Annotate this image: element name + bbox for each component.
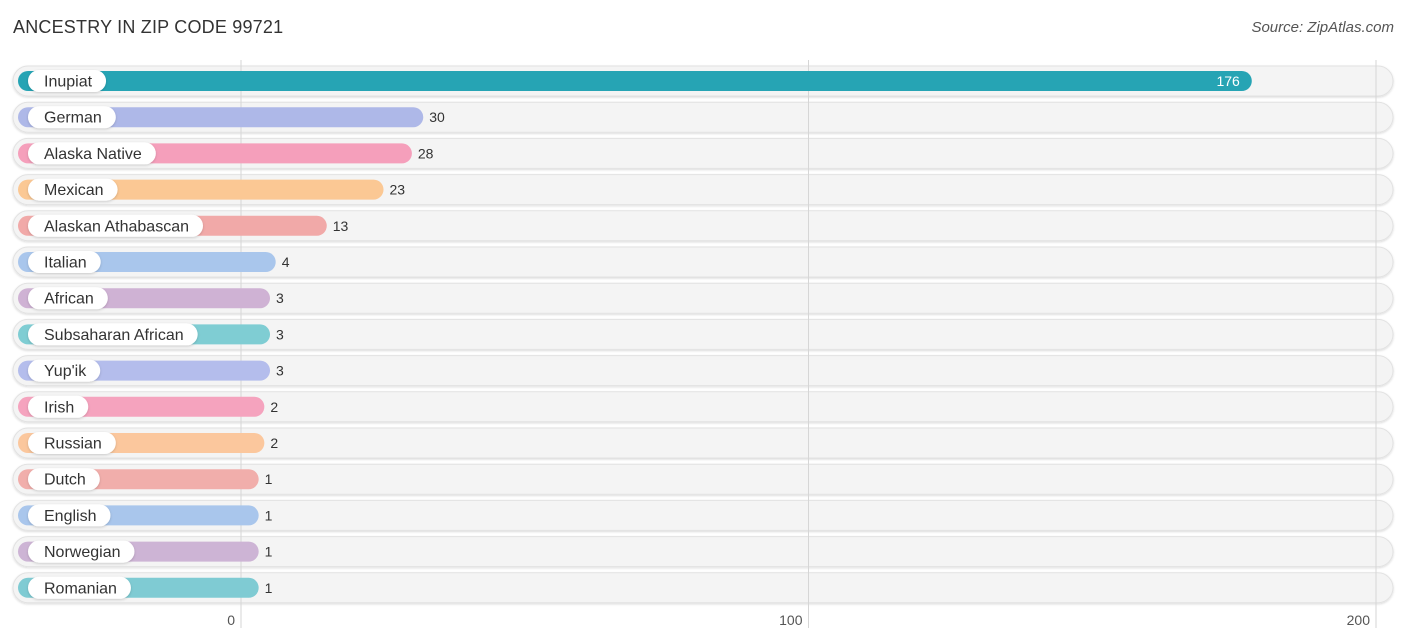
category-label: African bbox=[44, 291, 94, 308]
value-label: 176 bbox=[1216, 73, 1240, 89]
category-label: Romanian bbox=[44, 580, 117, 597]
category-label: Alaska Native bbox=[44, 146, 142, 163]
x-tick-label: 0 bbox=[227, 612, 235, 628]
value-label: 4 bbox=[282, 254, 290, 270]
value-label: 30 bbox=[429, 109, 445, 125]
category-label: Mexican bbox=[44, 182, 104, 199]
value-label: 28 bbox=[418, 145, 434, 161]
value-label: 2 bbox=[270, 399, 278, 415]
x-tick-label: 200 bbox=[1347, 612, 1371, 628]
category-label: Subsaharan African bbox=[44, 327, 184, 344]
category-label: Yup'ik bbox=[44, 363, 87, 380]
category-label: Inupiat bbox=[44, 74, 93, 91]
category-label: German bbox=[44, 110, 102, 127]
value-label: 1 bbox=[265, 471, 273, 487]
category-label: Dutch bbox=[44, 472, 86, 489]
x-tick-label: 100 bbox=[779, 612, 803, 628]
category-label: Italian bbox=[44, 255, 87, 272]
category-label: English bbox=[44, 508, 96, 525]
value-label: 1 bbox=[265, 544, 273, 560]
category-label: Norwegian bbox=[44, 544, 120, 561]
value-label: 1 bbox=[265, 580, 273, 596]
value-label: 3 bbox=[276, 363, 284, 379]
value-label: 23 bbox=[390, 182, 406, 198]
value-label: 1 bbox=[265, 507, 273, 523]
category-label: Alaskan Athabascan bbox=[44, 218, 189, 235]
value-label: 3 bbox=[276, 290, 284, 306]
category-label: Russian bbox=[44, 436, 102, 453]
bar-chart: Inupiat 176German 30Alaska Native 28Mexican… bbox=[12, 60, 1394, 628]
value-label: 13 bbox=[333, 218, 349, 234]
value-label: 2 bbox=[270, 435, 278, 451]
category-label: Irish bbox=[44, 399, 74, 416]
bar bbox=[18, 71, 1252, 91]
value-label: 3 bbox=[276, 326, 284, 342]
